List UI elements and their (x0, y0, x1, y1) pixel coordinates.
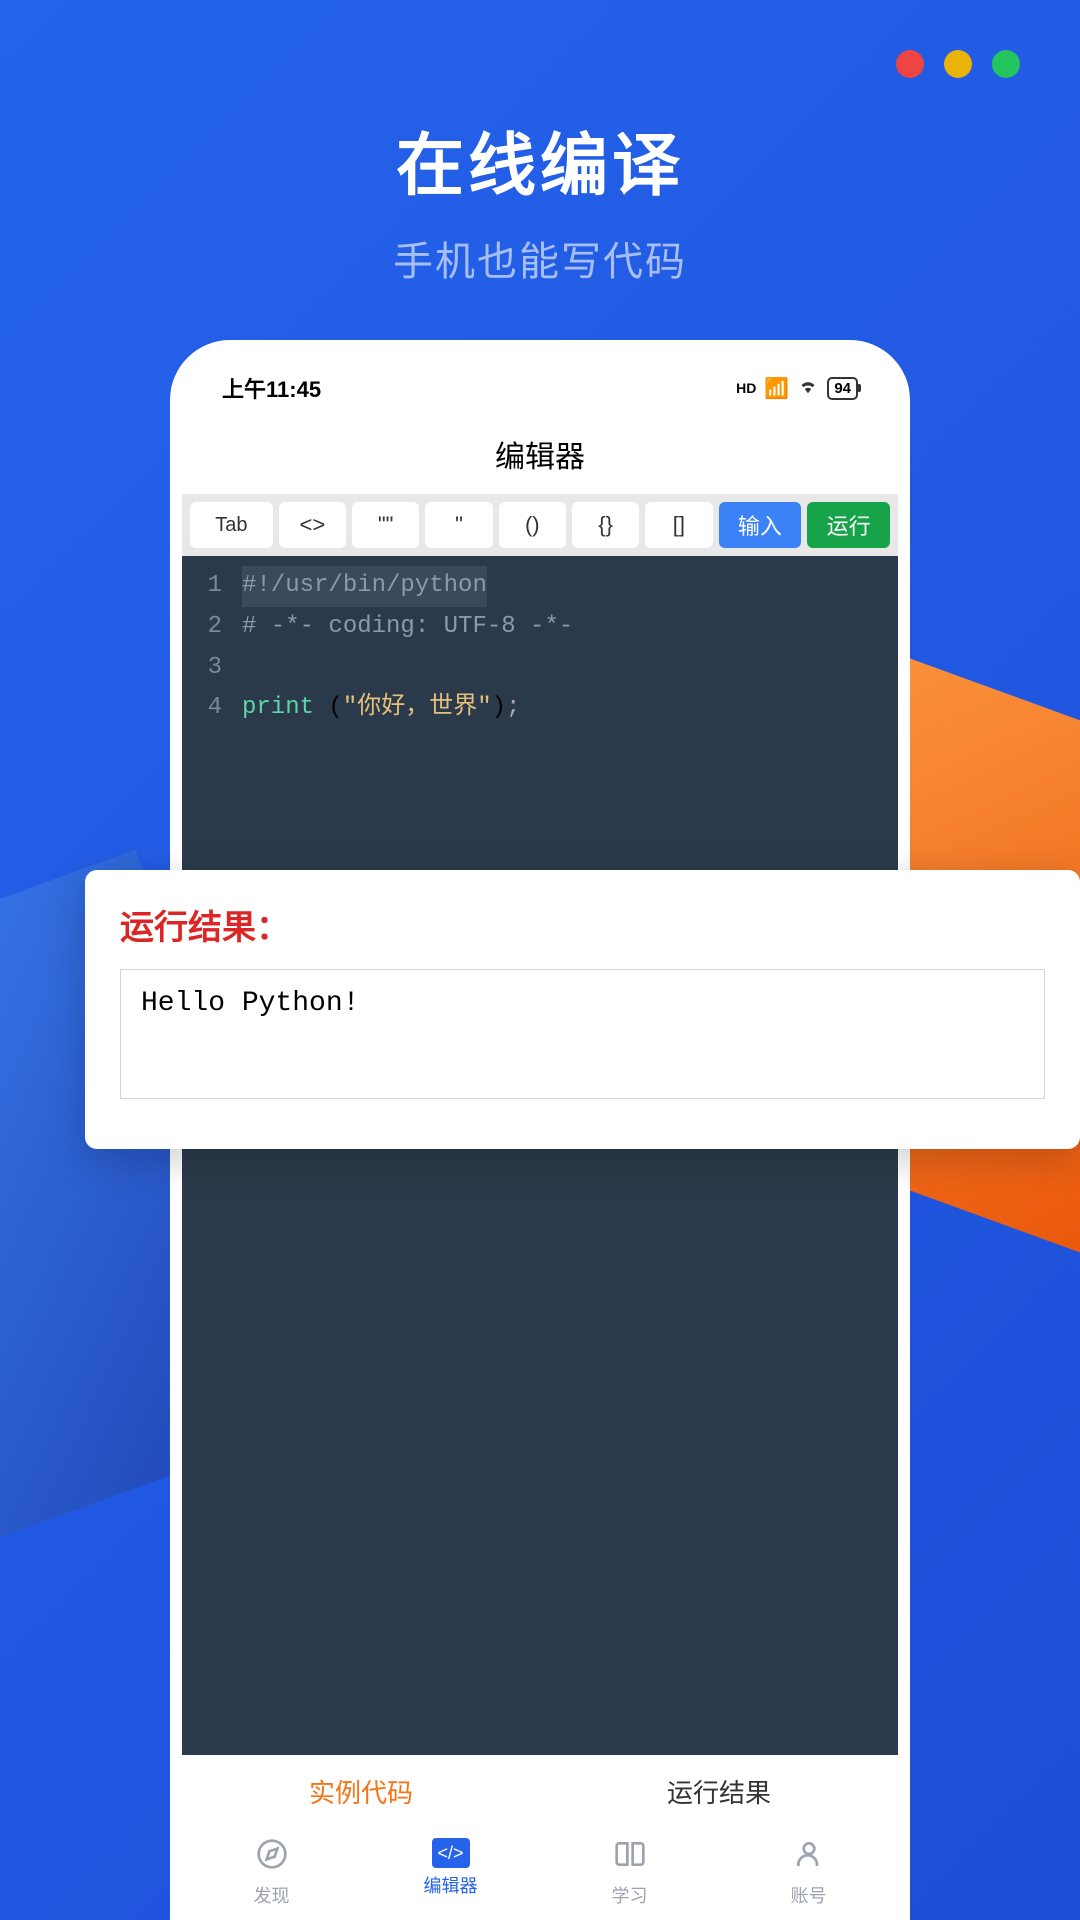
code-line-4: print ("你好，世界"); (242, 688, 573, 729)
book-icon (614, 1838, 646, 1878)
nav-discover[interactable]: 发现 (182, 1838, 361, 1908)
run-button[interactable]: 运行 (807, 502, 890, 548)
toolbar-key-tab[interactable]: Tab (190, 502, 273, 548)
result-overlay-card: 运行结果： Hello Python! (85, 870, 1080, 1149)
wifi-icon (797, 374, 819, 402)
status-time: 上午11:45 (222, 372, 321, 404)
subtitle: 手机也能写代码 (0, 229, 1080, 287)
code-line-1: #!/usr/bin/python (242, 566, 487, 607)
tab-run-result[interactable]: 运行结果 (540, 1773, 898, 1810)
main-title: 在线编译 (0, 110, 1080, 209)
line-gutter: 1 2 3 4 (182, 556, 232, 1755)
maximize-icon (992, 50, 1020, 78)
code-line-2: # -*- coding: UTF-8 -*- (242, 607, 573, 648)
toolbar-key-bracket[interactable]: [] (645, 502, 712, 548)
toolbar-key-dquotes[interactable]: "" (352, 502, 419, 548)
result-title: 运行结果： (120, 900, 1045, 949)
close-icon (896, 50, 924, 78)
input-button[interactable]: 输入 (719, 502, 802, 548)
code-icon: </> (432, 1838, 470, 1868)
marketing-header: 在线编译 手机也能写代码 (0, 0, 1080, 287)
code-editor[interactable]: 1 2 3 4 #!/usr/bin/python # -*- coding: … (182, 556, 898, 1755)
code-content[interactable]: #!/usr/bin/python # -*- coding: UTF-8 -*… (232, 556, 573, 1755)
tab-example-code[interactable]: 实例代码 (182, 1773, 540, 1810)
nav-account[interactable]: 账号 (719, 1838, 898, 1908)
toolbar-key-quote[interactable]: " (425, 502, 492, 548)
editor-toolbar: Tab <> "" " () {} [] 输入 运行 (182, 494, 898, 556)
status-bar: 上午11:45 HD 📶 94 (182, 352, 898, 414)
toolbar-key-brace[interactable]: {} (572, 502, 639, 548)
bottom-nav: 发现 </> 编辑器 学习 账号 (182, 1828, 898, 1908)
signal-icon: HD (736, 380, 756, 396)
toolbar-key-paren[interactable]: () (499, 502, 566, 548)
signal-bars-icon: 📶 (764, 376, 789, 401)
battery-icon: 94 (827, 377, 858, 400)
output-tabs: 实例代码 运行结果 (182, 1755, 898, 1828)
user-icon (793, 1838, 825, 1878)
code-line-3 (242, 648, 573, 689)
compass-icon (256, 1838, 288, 1878)
traffic-lights (896, 50, 1020, 78)
page-title: 编辑器 (182, 414, 898, 494)
result-output: Hello Python! (120, 969, 1045, 1099)
toolbar-key-angle[interactable]: <> (279, 502, 346, 548)
nav-learn[interactable]: 学习 (540, 1838, 719, 1908)
minimize-icon (944, 50, 972, 78)
nav-editor[interactable]: </> 编辑器 (361, 1838, 540, 1908)
